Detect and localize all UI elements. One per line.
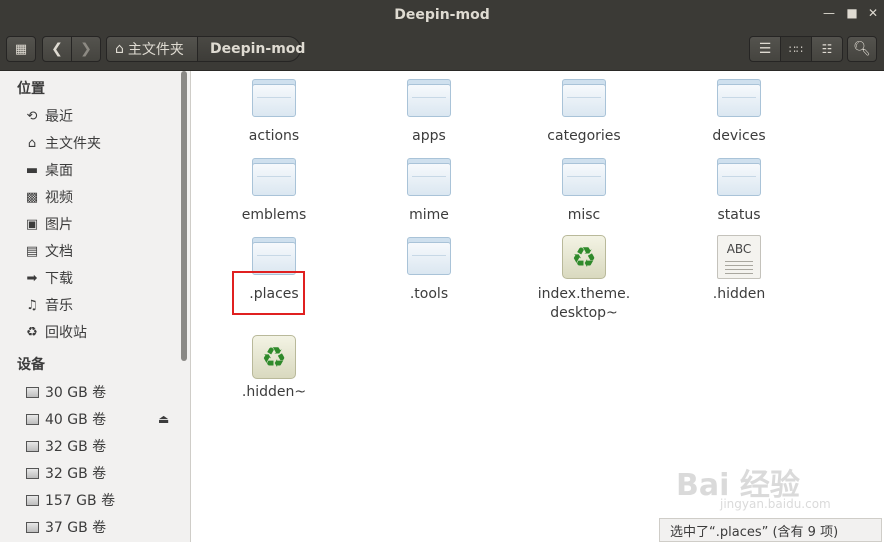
maximize-icon[interactable]: ■ [845,6,859,20]
forward-button[interactable]: ❯ [71,36,101,62]
recent-icon: ⟲ [26,108,38,124]
list-icon: ☰ [758,41,772,57]
search-button[interactable]: 🔍︎ [847,36,877,62]
minimize-icon[interactable]: — [822,6,836,20]
sidebar-toggle-button[interactable]: ▦ [6,36,36,62]
sidebar-device[interactable]: 37 GB 卷 [24,516,106,538]
file-manager-window: Deepin-mod — ■ ✕ ▦ ❮ ❯ ⌂ 主文件夹 Deepin-mod… [0,0,884,542]
breadcrumb-home[interactable]: ⌂ 主文件夹 [106,36,198,62]
folder-icon [252,237,296,275]
folder-icon [562,158,606,196]
folder-icon [717,158,761,196]
music-icon: ♫ [26,297,38,313]
sidebar-item-documents[interactable]: ▤ 文档 [24,240,73,262]
file-item[interactable]: devices [664,79,814,146]
sidebar-item-pictures[interactable]: ▣ 图片 [24,213,73,235]
file-item[interactable]: emblems [199,158,349,225]
breadcrumb-current[interactable]: Deepin-mod [197,36,305,62]
sidebar-icon: ▦ [14,41,28,57]
drive-icon [24,519,40,535]
file-item[interactable]: .tools [354,237,504,304]
sidebar-device[interactable]: 157 GB 卷 [24,489,115,511]
recycle-icon: ♻ [252,335,296,379]
desktop-icon: ▬ [25,162,39,178]
file-item[interactable]: misc [509,158,659,225]
drive-icon [24,465,40,481]
sidebar-item-downloads[interactable]: ➡︎ 下载 [24,267,73,289]
list-view-button[interactable]: ☰ [749,36,781,62]
chevron-left-icon: ❮ [51,41,63,57]
sidebar-device[interactable]: 32 GB 卷 [24,435,106,457]
download-icon: ➡︎ [26,270,38,286]
home-icon: ⌂ [115,41,124,57]
close-icon[interactable]: ✕ [866,6,880,20]
folder-icon [407,79,451,117]
window-title: Deepin-mod [394,7,490,23]
picture-icon: ▣ [25,216,39,232]
file-item[interactable]: categories [509,79,659,146]
file-item[interactable]: ♻ .hidden~ [199,335,349,402]
eject-icon[interactable]: ⏏ [158,412,169,426]
sidebar: 位置 ⟲ 最近 ⌂ 主文件夹 ▬ 桌面 ▩ 视频 ▣ 图片 ▤ 文档 ➡︎ 下载 [0,71,191,542]
file-item[interactable]: status [664,158,814,225]
grid-icon: ∷∷ [789,42,803,56]
title-bar: Deepin-mod — ■ ✕ [0,0,884,30]
options-menu-button[interactable]: ☷ [811,36,843,62]
home-icon: ⌂ [27,135,37,151]
file-item[interactable]: mime [354,158,504,225]
document-icon: ▤ [25,243,39,259]
sidebar-device[interactable]: 40 GB 卷 [24,408,106,430]
drive-icon [24,384,40,400]
sidebar-item-video[interactable]: ▩ 视频 [24,186,73,208]
drive-icon [24,438,40,454]
sidebar-item-desktop[interactable]: ▬ 桌面 [24,159,73,181]
recycle-icon: ♻ [562,235,606,279]
video-icon: ▩ [25,189,39,205]
sidebar-device[interactable]: 30 GB 卷 [24,381,106,403]
sidebar-item-music[interactable]: ♫ 音乐 [24,294,73,316]
folder-icon [717,79,761,117]
folder-icon [252,79,296,117]
sidebar-item-recent[interactable]: ⟲ 最近 [24,105,73,127]
file-item[interactable]: ♻ index.theme. desktop~ [509,235,659,323]
search-icon: 🔍︎ [853,41,871,57]
sidebar-item-trash[interactable]: ♻ 回收站 [24,321,87,343]
menu-icon: ☷ [821,42,833,56]
chevron-right-icon: ❯ [80,41,92,57]
watermark-url: jingyan.baidu.com [720,497,831,511]
folder-icon [562,79,606,117]
sidebar-device[interactable]: 32 GB 卷 [24,462,106,484]
folder-icon [407,158,451,196]
sidebar-item-home[interactable]: ⌂ 主文件夹 [24,132,101,154]
folder-icon [407,237,451,275]
annotation-highlight-box [232,271,305,315]
file-item[interactable]: ABC .hidden [664,235,814,304]
status-bar: 选中了“.places” (含有 9 项) [659,518,882,542]
trash-icon: ♻ [26,324,38,340]
places-heading: 位置 [17,81,45,97]
toolbar: ▦ ❮ ❯ ⌂ 主文件夹 Deepin-mod ☰ ∷∷ ☷ 🔍︎ [0,30,884,71]
text-document-icon: ABC [717,235,761,279]
drive-icon [24,411,40,427]
devices-heading: 设备 [17,357,45,373]
file-item[interactable]: apps [354,79,504,146]
back-button[interactable]: ❮ [42,36,72,62]
folder-icon [252,158,296,196]
sidebar-scrollbar[interactable] [181,71,187,361]
grid-view-button[interactable]: ∷∷ [780,36,812,62]
drive-icon [24,492,40,508]
file-item[interactable]: actions [199,79,349,146]
